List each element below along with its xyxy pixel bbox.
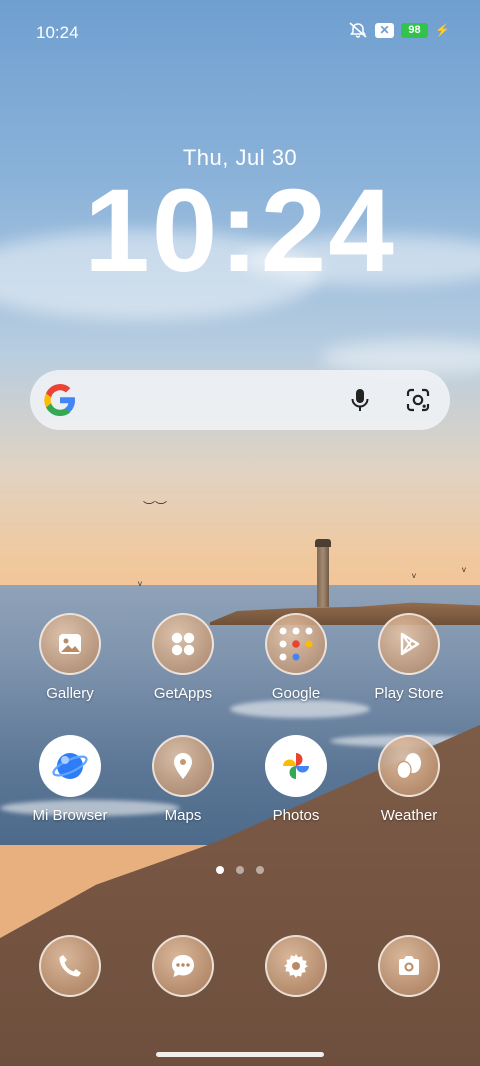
microphone-icon[interactable] — [346, 386, 374, 414]
gesture-bar[interactable] — [156, 1052, 324, 1057]
lighthouse — [315, 539, 331, 607]
phone-icon — [39, 935, 101, 997]
app-label: Maps — [164, 807, 202, 824]
settings-icon — [265, 935, 327, 997]
x-notification-icon: ✕ — [375, 22, 395, 38]
app-label: Google — [271, 685, 321, 702]
dock-camera[interactable] — [354, 935, 464, 997]
app-play-store[interactable]: Play Store — [354, 613, 464, 702]
dock-messages[interactable] — [128, 935, 238, 997]
camera-icon — [378, 935, 440, 997]
lock-clock: 10:24 — [84, 165, 396, 297]
google-lens-icon[interactable] — [404, 386, 432, 414]
app-label: Play Store — [374, 685, 444, 702]
app-google-folder[interactable]: Google — [241, 613, 351, 702]
charging-icon: ⚡ — [435, 23, 450, 37]
dock-phone[interactable] — [15, 935, 125, 997]
app-gallery[interactable]: Gallery — [15, 613, 125, 702]
bell-muted-icon — [349, 22, 367, 38]
app-photos[interactable]: Photos — [241, 735, 351, 824]
app-mi-browser[interactable]: Mi Browser — [15, 735, 125, 824]
app-label: GetApps — [153, 685, 213, 702]
getapps-icon — [152, 613, 214, 675]
app-label: Gallery — [46, 685, 94, 702]
page-dot[interactable] — [216, 866, 224, 874]
page-dot[interactable] — [236, 866, 244, 874]
page-indicator — [0, 866, 480, 874]
google-folder-icon — [265, 613, 327, 675]
google-search-bar[interactable] — [30, 370, 450, 430]
weather-icon — [378, 735, 440, 797]
app-label: Weather — [380, 807, 438, 824]
app-label: Photos — [272, 807, 320, 824]
dock-settings[interactable] — [241, 935, 351, 997]
google-logo-icon — [44, 384, 75, 417]
mi-browser-icon — [39, 735, 101, 797]
app-getapps[interactable]: GetApps — [128, 613, 238, 702]
status-time: 10:24 — [36, 23, 79, 42]
app-weather[interactable]: Weather — [354, 735, 464, 824]
app-maps[interactable]: Maps — [128, 735, 238, 824]
battery-icon: 98 — [401, 22, 429, 38]
status-bar: 10:24 ✕ 98 ⚡ — [0, 0, 480, 62]
gallery-icon — [39, 613, 101, 675]
maps-icon — [152, 735, 214, 797]
app-label: Mi Browser — [32, 807, 108, 824]
message-icon — [152, 935, 214, 997]
play-store-icon — [378, 613, 440, 675]
photos-icon — [265, 735, 327, 797]
page-dot[interactable] — [256, 866, 264, 874]
